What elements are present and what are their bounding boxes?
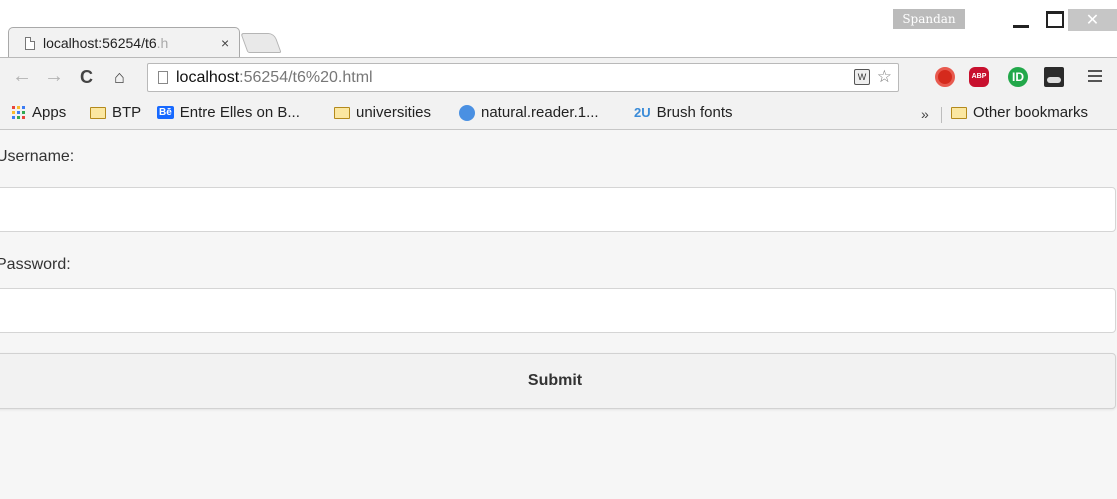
bookmark-star-icon[interactable]: ☆	[877, 67, 892, 87]
profile-button[interactable]: Spandan	[893, 9, 965, 29]
chrome-menu-icon[interactable]	[1088, 70, 1102, 82]
password-label: Password:	[0, 256, 71, 273]
username-input[interactable]	[0, 187, 1116, 232]
new-tab-button[interactable]	[240, 33, 282, 53]
username-label: Username:	[0, 148, 75, 165]
url-host: localhost	[176, 68, 240, 86]
bookmark-other[interactable]: Other bookmarks	[951, 104, 1088, 121]
bookmark-apps[interactable]: Apps	[12, 104, 66, 121]
browser-titlebar: localhost:56254/t6.h × Spandan ✕	[0, 0, 1117, 58]
adblock-plus-icon[interactable]: ABP	[969, 67, 989, 87]
stop-extension-icon[interactable]	[935, 67, 955, 87]
page-content: Username: Password: Submit	[0, 131, 1117, 499]
bookmark-universities[interactable]: universities	[334, 104, 431, 121]
folder-icon	[951, 106, 967, 119]
folder-icon	[90, 106, 106, 119]
back-arrow-icon[interactable]: ←	[12, 66, 32, 86]
bookmark-entre-elles[interactable]: Bē Entre Elles on B...	[157, 104, 300, 121]
password-input[interactable]	[0, 288, 1116, 333]
bookmarks-bar: Apps BTP Bē Entre Elles on B... universi…	[0, 98, 1117, 130]
bookmarks-overflow-icon[interactable]: »	[921, 106, 929, 122]
folder-icon	[334, 106, 350, 119]
reload-icon[interactable]: C	[80, 67, 93, 87]
browser-toolbar: ← → C ⌂ localhost:56254/t6%20.html W ☆ A…	[0, 58, 1117, 98]
home-icon[interactable]: ⌂	[114, 67, 125, 87]
behance-icon: Bē	[157, 106, 174, 119]
forward-arrow-icon[interactable]: →	[44, 66, 64, 86]
page-icon	[25, 36, 35, 50]
tab-title: localhost:56254/t6.h	[43, 35, 169, 51]
bookmark-natural-reader[interactable]: natural.reader.1...	[459, 104, 599, 121]
browser-tab-active[interactable]: localhost:56254/t6.h ×	[8, 27, 240, 58]
window-close-button[interactable]: ✕	[1068, 9, 1117, 31]
submit-button[interactable]: Submit	[0, 353, 1116, 409]
tab-close-icon[interactable]: ×	[221, 35, 229, 51]
address-bar[interactable]: localhost:56254/t6%20.html W ☆	[147, 63, 899, 92]
page-icon	[158, 71, 168, 84]
naturalreader-icon	[459, 104, 475, 121]
dark-extension-icon[interactable]	[1044, 67, 1064, 87]
bookmarks-divider	[941, 107, 942, 123]
apps-grid-icon	[12, 106, 25, 119]
minimize-button[interactable]	[1007, 9, 1035, 31]
page-extension-icon[interactable]: W	[854, 69, 870, 85]
maximize-button[interactable]	[1040, 9, 1068, 31]
bookmark-btp[interactable]: BTP	[90, 104, 141, 121]
bookmark-brush-fonts[interactable]: 2U Brush fonts	[634, 104, 733, 121]
url-path: :56254/t6%20.html	[239, 68, 373, 86]
2u-icon: 2U	[634, 105, 651, 120]
id-extension-icon[interactable]: ID	[1008, 67, 1028, 87]
